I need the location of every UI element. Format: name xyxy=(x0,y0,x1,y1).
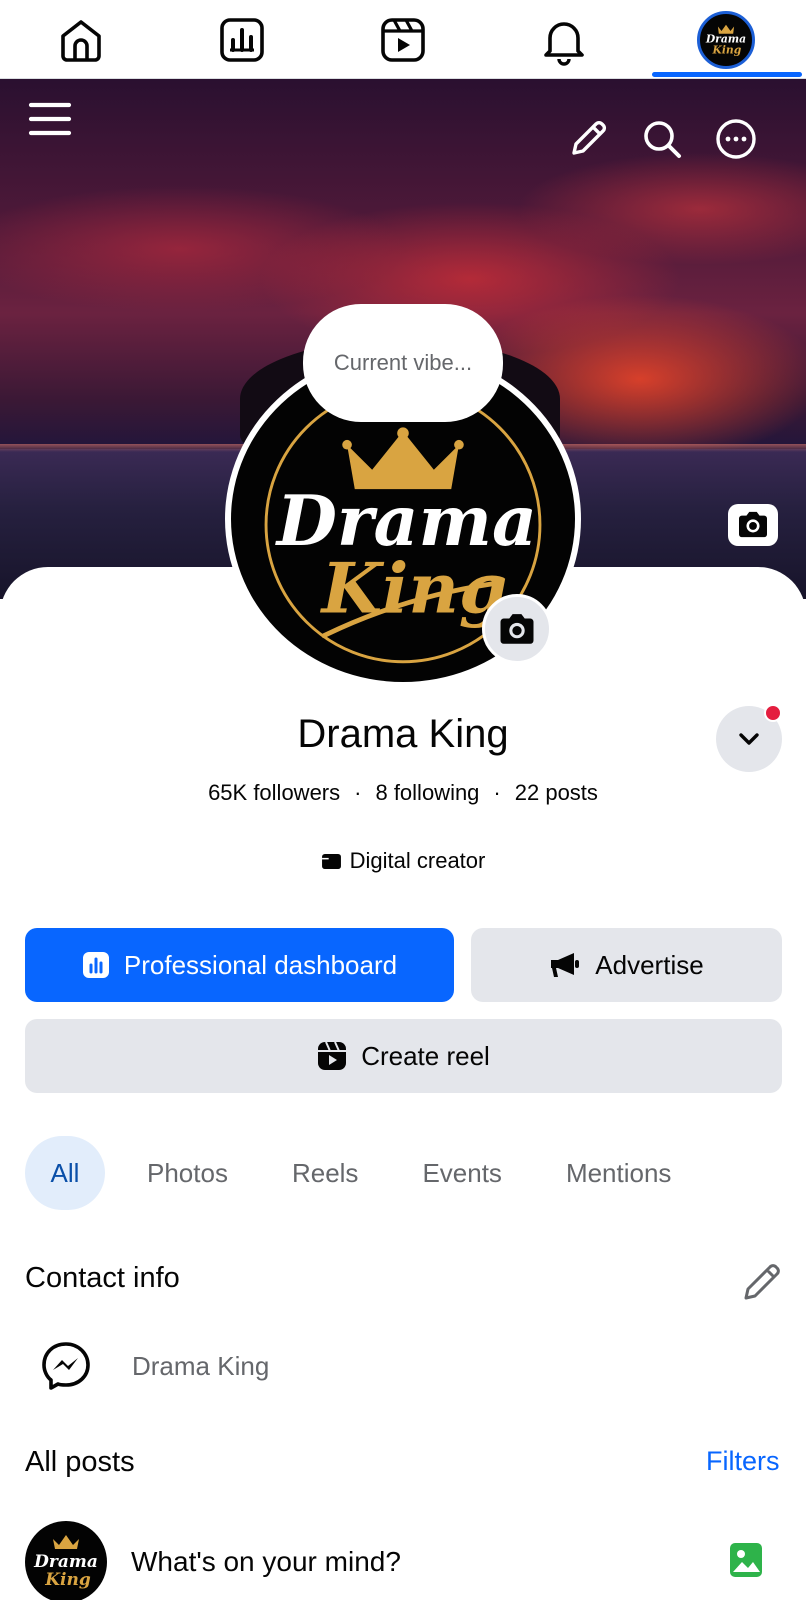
reels-icon xyxy=(380,17,425,62)
current-vibe-note[interactable]: Current vibe... xyxy=(303,304,503,422)
profile-tabs: All Photos Reels Events Mentions xyxy=(25,1136,693,1210)
profile-category: Digital creator xyxy=(0,848,806,874)
active-tab-indicator xyxy=(652,72,802,77)
more-icon xyxy=(716,119,756,159)
advertise-button[interactable]: Advertise xyxy=(471,928,782,1002)
home-icon xyxy=(60,19,101,62)
current-vibe-placeholder: Current vibe... xyxy=(333,350,473,375)
svg-text:King: King xyxy=(711,43,741,56)
messenger-contact-value: Drama King xyxy=(132,1350,270,1381)
nav-notifications[interactable] xyxy=(483,0,644,79)
posts-count[interactable]: 22 posts xyxy=(515,780,598,805)
tab-all[interactable]: All xyxy=(25,1136,105,1210)
composer-avatar: Drama King xyxy=(25,1521,107,1600)
svg-text:King: King xyxy=(44,1570,91,1590)
add-photo-button[interactable] xyxy=(729,1540,763,1580)
menu-icon xyxy=(28,102,72,136)
nav-dashboard[interactable] xyxy=(161,0,322,79)
camera-icon xyxy=(500,613,534,644)
dashboard-icon xyxy=(82,952,109,978)
tab-mentions[interactable]: Mentions xyxy=(544,1136,694,1210)
composer-prompt: What's on your mind? xyxy=(131,1546,401,1577)
svg-text:King: King xyxy=(320,549,508,630)
dashboard-icon xyxy=(219,17,264,62)
contact-messenger-row[interactable]: Drama King xyxy=(40,1340,269,1392)
followers-count[interactable]: 65K followers xyxy=(208,780,340,805)
search-icon xyxy=(644,121,681,158)
tab-photos[interactable]: Photos xyxy=(125,1136,250,1210)
nav-reels[interactable] xyxy=(322,0,483,79)
messenger-icon xyxy=(42,1342,90,1390)
more-options-button[interactable] xyxy=(712,115,760,163)
top-navigation: Drama King xyxy=(0,0,806,79)
pencil-icon xyxy=(744,1264,780,1300)
tab-events[interactable]: Events xyxy=(400,1136,524,1210)
following-count[interactable]: 8 following xyxy=(375,780,479,805)
notification-dot xyxy=(764,704,782,722)
cover-camera-button[interactable] xyxy=(728,504,778,546)
contact-info-title: Contact info xyxy=(25,1262,180,1294)
camera-icon xyxy=(739,511,767,538)
bell-icon xyxy=(543,21,584,66)
create-reel-button[interactable]: Create reel xyxy=(25,1019,782,1093)
profile-name: Drama King xyxy=(297,712,509,756)
reels-icon xyxy=(318,1041,347,1070)
tab-reels[interactable]: Reels xyxy=(270,1136,380,1210)
chevron-down-icon xyxy=(739,733,759,745)
profile-picture-camera-button[interactable] xyxy=(482,594,552,664)
nav-home[interactable] xyxy=(0,0,161,79)
category-label: Digital creator xyxy=(349,848,486,873)
professional-dashboard-button[interactable]: Professional dashboard xyxy=(25,928,454,1002)
nav-profile[interactable]: Drama King xyxy=(645,0,806,79)
post-composer[interactable]: Drama King What's on your mind? xyxy=(25,1521,785,1600)
briefcase-icon xyxy=(321,853,341,869)
filters-link[interactable]: Filters xyxy=(706,1446,780,1477)
menu-button[interactable] xyxy=(24,93,76,145)
all-posts-title: All posts xyxy=(25,1446,135,1478)
megaphone-icon xyxy=(551,953,580,977)
edit-contact-button[interactable] xyxy=(740,1260,784,1304)
pencil-icon xyxy=(572,121,606,155)
profile-stats: 65K followers · 8 following · 22 posts xyxy=(208,780,598,805)
search-button[interactable] xyxy=(638,115,686,163)
svg-text:Drama: Drama xyxy=(33,1552,98,1572)
profile-avatar: Drama King xyxy=(696,10,755,69)
photo-icon xyxy=(730,1543,762,1577)
edit-profile-button[interactable] xyxy=(564,115,612,163)
